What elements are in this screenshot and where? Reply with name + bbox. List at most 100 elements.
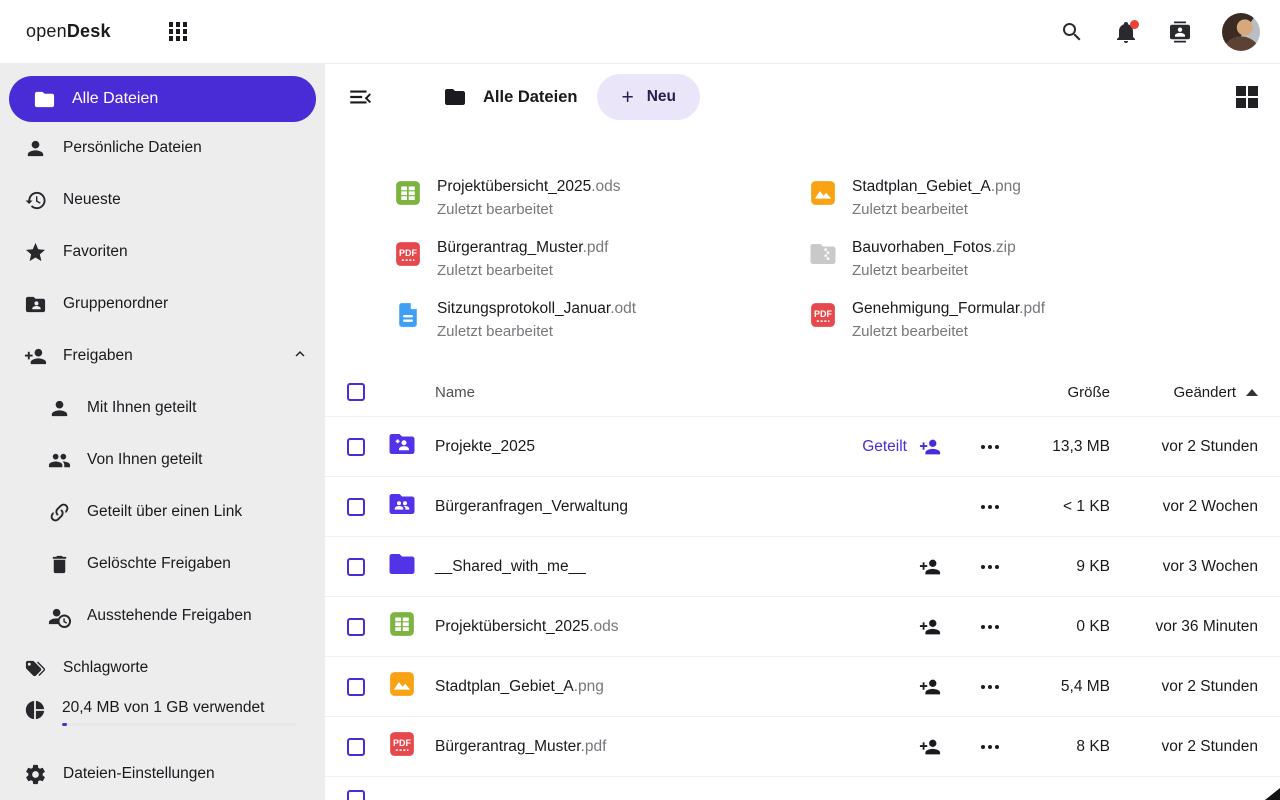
file-modified: vor 2 Stunden <box>1161 437 1258 455</box>
recent-file[interactable]: Stadtplan_Gebiet_A.png Zuletzt bearbeitet <box>808 176 1238 221</box>
topbar: openDesk <box>0 0 1280 64</box>
table-row[interactable]: PDF Bürgerantrag_Muster.pdf 8 KB vor 2 S… <box>325 716 1280 776</box>
sidebar-item-favoriten[interactable]: Favoriten <box>0 226 325 278</box>
more-actions-button[interactable] <box>965 684 1015 689</box>
recent-file[interactable]: Bauvorhaben_Fotos.zip Zuletzt bearbeitet <box>808 237 1238 282</box>
storage-quota[interactable]: 20,4 MB von 1 GB verwendet <box>0 694 325 740</box>
sort-ascending-icon[interactable] <box>1246 388 1258 396</box>
grid-view-toggle-icon[interactable] <box>1235 85 1258 109</box>
history-icon <box>25 191 46 209</box>
row-checkbox[interactable] <box>347 617 365 636</box>
opendesk-logo[interactable]: openDesk <box>26 21 111 42</box>
file-modified: vor 3 Wochen <box>1162 557 1258 575</box>
more-actions-button[interactable] <box>965 444 1015 449</box>
select-all-checkbox[interactable] <box>347 383 365 401</box>
file-modified: vor 2 Wochen <box>1162 497 1258 515</box>
new-button[interactable]: + Neu <box>597 74 701 120</box>
person-icon <box>51 400 68 416</box>
file-modified: vor 2 Stunden <box>1161 737 1258 755</box>
odt-document-icon <box>399 303 417 327</box>
file-size: 0 KB <box>1076 617 1110 635</box>
notification-badge <box>1130 19 1139 29</box>
sidebar-item-ausstehende-freigaben[interactable]: Ausstehende Freigaben <box>0 590 325 642</box>
column-header-size[interactable]: Größe <box>1015 384 1110 401</box>
sidebar-item-mit-ihnen-geteilt[interactable]: Mit Ihnen geteilt <box>0 382 325 434</box>
row-checkbox[interactable] <box>347 437 365 456</box>
sidebar-item-schlagworte[interactable]: Schlagworte <box>0 642 325 694</box>
recent-file[interactable]: PDF Bürgerantrag_Muster.pdf Zuletzt bearb… <box>393 237 808 282</box>
file-name: Bürgerantrag_Muster.pdf <box>437 239 609 256</box>
file-name: Genehmigung_Formular.pdf <box>852 300 1046 317</box>
svg-text:PDF: PDF <box>399 248 418 258</box>
svg-text:PDF: PDF <box>393 738 412 748</box>
sidebar-item-geteilt-ueber-link[interactable]: Geteilt über einen Link <box>0 486 325 538</box>
more-actions-button[interactable] <box>965 504 1015 509</box>
file-size: 9 KB <box>1076 557 1110 575</box>
search-icon[interactable] <box>1060 20 1084 44</box>
plus-icon: + <box>621 85 634 109</box>
folder-group-icon <box>389 494 415 514</box>
files-main: Alle Dateien + Neu Projektübersicht_2025… <box>325 64 1280 800</box>
chevron-up-icon[interactable] <box>291 345 309 368</box>
table-row-partial[interactable] <box>325 776 1280 800</box>
notifications-bell-icon[interactable] <box>1114 19 1139 44</box>
share-icon[interactable] <box>919 676 941 698</box>
sidebar-item-freigaben[interactable]: Freigaben <box>0 330 325 382</box>
file-name: Projektübersicht_2025.ods <box>437 178 621 195</box>
recent-file[interactable]: Projektübersicht_2025.ods Zuletzt bearbei… <box>393 176 808 221</box>
table-row[interactable]: Projekte_2025 Geteilt 13,3 MB vor 2 Stun… <box>325 416 1280 476</box>
shared-status-link[interactable]: Geteilt <box>862 438 907 456</box>
file-size: 13,3 MB <box>1052 437 1110 455</box>
storage-bar-fill <box>62 723 67 726</box>
file-size: < 1 KB <box>1063 497 1110 515</box>
table-row[interactable]: __Shared_with_me__ 9 KB vor 3 Wochen <box>325 536 1280 596</box>
table-row[interactable]: Bürgeranfragen_Verwaltung < 1 KB vor 2 W… <box>325 476 1280 536</box>
share-icon[interactable] <box>919 556 941 578</box>
contacts-icon[interactable] <box>1168 20 1192 44</box>
people-group-icon <box>48 453 71 467</box>
row-checkbox[interactable] <box>347 497 365 516</box>
column-header-modified[interactable]: Geändert <box>1110 384 1258 401</box>
recent-file[interactable]: Sitzungsprotokoll_Januar.odt Zuletzt bear… <box>393 298 808 343</box>
breadcrumb[interactable]: Alle Dateien <box>443 85 577 109</box>
gear-icon <box>26 764 45 784</box>
pie-chart-icon <box>25 700 45 720</box>
row-checkbox[interactable] <box>347 790 365 800</box>
share-icon[interactable] <box>919 436 941 458</box>
app-launcher-icon[interactable] <box>168 22 188 41</box>
tags-icon <box>25 660 46 676</box>
share-icon[interactable] <box>919 616 941 638</box>
user-avatar[interactable] <box>1222 12 1260 51</box>
sidebar-item-geloeschte-freigaben[interactable]: Gelöschte Freigaben <box>0 538 325 590</box>
sidebar-item-persoenliche-dateien[interactable]: Persönliche Dateien <box>0 122 325 174</box>
row-checkbox[interactable] <box>347 737 365 756</box>
storage-label: 20,4 MB von 1 GB verwendet <box>62 699 265 716</box>
pdf-icon: PDF <box>811 303 835 327</box>
sidebar-item-von-ihnen-geteilt[interactable]: Von Ihnen geteilt <box>0 434 325 486</box>
sidebar-item-alle-dateien[interactable]: Alle Dateien <box>9 76 316 122</box>
collapse-sidebar-icon[interactable] <box>347 84 373 110</box>
more-actions-button[interactable] <box>965 744 1015 749</box>
folder-account-icon <box>25 296 46 312</box>
pdf-icon: PDF <box>396 242 420 266</box>
ods-spreadsheet-icon <box>396 181 420 205</box>
row-checkbox[interactable] <box>347 677 365 696</box>
recent-file[interactable]: PDF Genehmigung_Formular.pdf Zuletzt bear… <box>808 298 1238 343</box>
sidebar: Alle Dateien Persönliche Dateien Neueste… <box>0 64 325 800</box>
more-actions-button[interactable] <box>965 564 1015 569</box>
column-header-name[interactable]: Name <box>435 384 825 401</box>
file-name: Projekte_2025 <box>435 437 535 455</box>
sidebar-item-dateien-einstellungen[interactable]: Dateien-Einstellungen <box>0 748 325 800</box>
table-row[interactable]: Projektübersicht_2025.ods 0 KB vor 36 Mi… <box>325 596 1280 656</box>
sidebar-item-gruppenordner[interactable]: Gruppenordner <box>0 278 325 330</box>
file-name: __Shared_with_me__ <box>435 557 586 575</box>
table-row[interactable]: Stadtplan_Gebiet_A.png 5,4 MB vor 2 Stun… <box>325 656 1280 716</box>
file-subtitle: Zuletzt bearbeitet <box>437 262 553 279</box>
sidebar-item-neueste[interactable]: Neueste <box>0 174 325 226</box>
share-icon[interactable] <box>919 736 941 758</box>
file-name: Projektübersicht_2025.ods <box>435 617 619 635</box>
file-modified: vor 2 Stunden <box>1161 677 1258 695</box>
file-name: Stadtplan_Gebiet_A.png <box>435 677 604 695</box>
row-checkbox[interactable] <box>347 557 365 576</box>
more-actions-button[interactable] <box>965 624 1015 629</box>
